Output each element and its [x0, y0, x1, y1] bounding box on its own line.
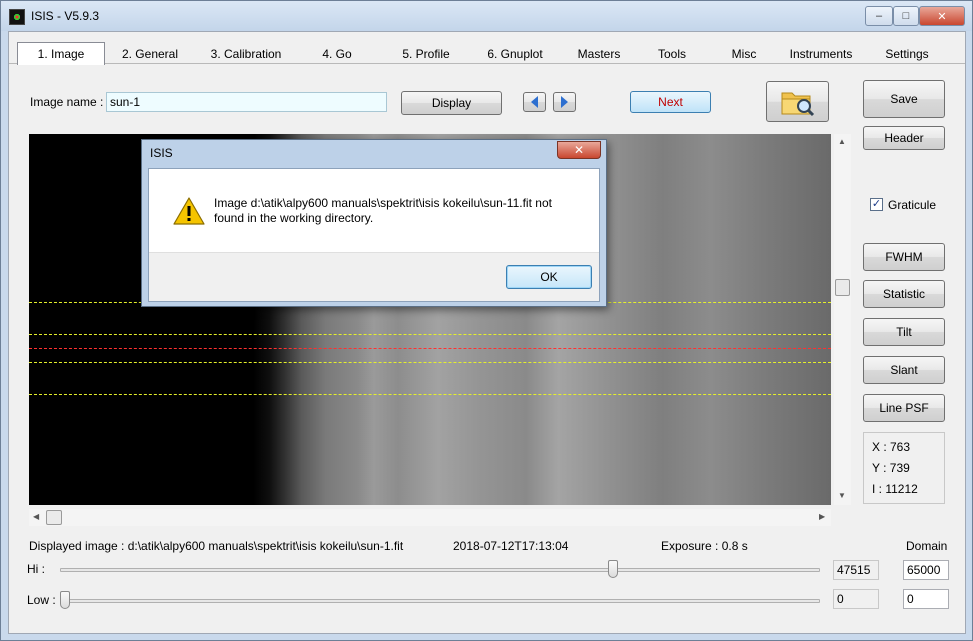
hi-slider-track[interactable]	[60, 568, 820, 572]
guide-line-bottom	[29, 394, 831, 395]
statistic-button[interactable]: Statistic	[863, 280, 945, 308]
hi-label: Hi :	[27, 562, 45, 576]
warning-icon	[173, 197, 205, 225]
dialog-body: Image d:\atik\alpy600 manuals\spektrit\i…	[148, 168, 600, 302]
horizontal-scroll-thumb[interactable]	[46, 510, 62, 525]
hi-value-field: 47515	[833, 560, 879, 580]
tab-general[interactable]: 2. General	[111, 44, 189, 64]
scroll-left-icon[interactable]: ◀	[33, 512, 39, 521]
vertical-scroll-thumb[interactable]	[835, 279, 850, 296]
guide-line-upper	[29, 334, 831, 335]
display-button[interactable]: Display	[401, 91, 502, 115]
window-title: ISIS - V5.9.3	[31, 9, 100, 23]
close-window-button[interactable]: ✕	[919, 6, 965, 26]
domain-label: Domain	[906, 539, 948, 553]
header-button[interactable]: Header	[863, 126, 945, 150]
tab-image[interactable]: 1. Image	[17, 42, 105, 65]
scroll-down-icon[interactable]: ▼	[838, 491, 846, 500]
error-dialog: ISIS ✕ Image d:\atik\alpy600 manuals\spe…	[141, 139, 607, 307]
fwhm-button[interactable]: FWHM	[863, 243, 945, 271]
main-window: ISIS - V5.9.3 – □ ✕ 1. Image 2. General …	[0, 0, 973, 641]
graticule-checkbox[interactable]: ✓	[870, 198, 883, 211]
scroll-up-icon[interactable]: ▲	[838, 137, 846, 146]
guide-line-center	[29, 348, 831, 349]
low-label: Low :	[27, 593, 56, 607]
exposure-text: Exposure : 0.8 s	[661, 539, 748, 553]
guide-line-lower	[29, 362, 831, 363]
low-value-field: 0	[833, 589, 879, 609]
graticule-label: Graticule	[888, 198, 937, 212]
tab-instruments[interactable]: Instruments	[785, 44, 857, 64]
displayed-image-path: Displayed image : d:\atik\alpy600 manual…	[29, 539, 404, 553]
tilt-button[interactable]: Tilt	[863, 318, 945, 346]
arrow-left-icon	[531, 96, 538, 108]
tab-gnuplot[interactable]: 6. Gnuplot	[477, 44, 553, 64]
previous-image-button[interactable]	[523, 92, 546, 112]
slant-button[interactable]: Slant	[863, 356, 945, 384]
isis-app-icon	[9, 9, 25, 25]
folder-search-icon	[781, 92, 814, 116]
image-vertical-scrollbar[interactable]: ▲ ▼	[834, 134, 851, 505]
dialog-title: ISIS	[150, 146, 173, 160]
cursor-x: X : 763	[872, 440, 911, 454]
image-name-label: Image name :	[30, 95, 104, 109]
line-psf-button[interactable]: Line PSF	[863, 394, 945, 422]
image-name-input[interactable]: sun-1	[106, 92, 387, 112]
ok-button[interactable]: OK	[506, 265, 592, 289]
dialog-message: Image d:\atik\alpy600 manuals\spektrit\i…	[214, 196, 552, 225]
image-timestamp: 2018-07-12T17:13:04	[453, 539, 569, 553]
hi-slider-thumb[interactable]	[607, 560, 618, 578]
save-button[interactable]: Save	[863, 80, 945, 118]
low-slider-thumb[interactable]	[60, 591, 70, 609]
arrow-right-icon	[561, 96, 568, 108]
minimize-button[interactable]: –	[865, 6, 893, 26]
tab-settings[interactable]: Settings	[877, 44, 937, 64]
cursor-readout: X : 763 Y : 739 I : 11212	[863, 432, 945, 504]
cursor-intensity: I : 11212	[872, 482, 918, 496]
dialog-close-button[interactable]: ✕	[557, 141, 601, 159]
scroll-right-icon[interactable]: ▶	[819, 512, 825, 521]
title-bar[interactable]: ISIS - V5.9.3 – □ ✕	[1, 1, 972, 31]
cursor-y: Y : 739	[872, 461, 910, 475]
open-folder-button[interactable]	[766, 81, 829, 122]
tab-masters[interactable]: Masters	[569, 44, 629, 64]
tab-tools[interactable]: Tools	[645, 44, 699, 64]
maximize-button[interactable]: □	[893, 6, 919, 26]
tab-calibration[interactable]: 3. Calibration	[203, 44, 289, 64]
next-button[interactable]: Next	[630, 91, 711, 113]
domain-max-input[interactable]: 65000	[903, 560, 949, 580]
next-image-arrow-button[interactable]	[553, 92, 576, 112]
domain-min-input[interactable]: 0	[903, 589, 949, 609]
image-horizontal-scrollbar[interactable]: ◀ ▶	[29, 509, 831, 526]
tab-bar: 1. Image 2. General 3. Calibration 4. Go…	[9, 40, 965, 65]
low-slider-track[interactable]	[60, 599, 820, 603]
tab-go[interactable]: 4. Go	[307, 44, 367, 64]
tab-misc[interactable]: Misc	[719, 44, 769, 64]
tab-profile[interactable]: 5. Profile	[393, 44, 459, 64]
client-area: 1. Image 2. General 3. Calibration 4. Go…	[8, 31, 966, 634]
